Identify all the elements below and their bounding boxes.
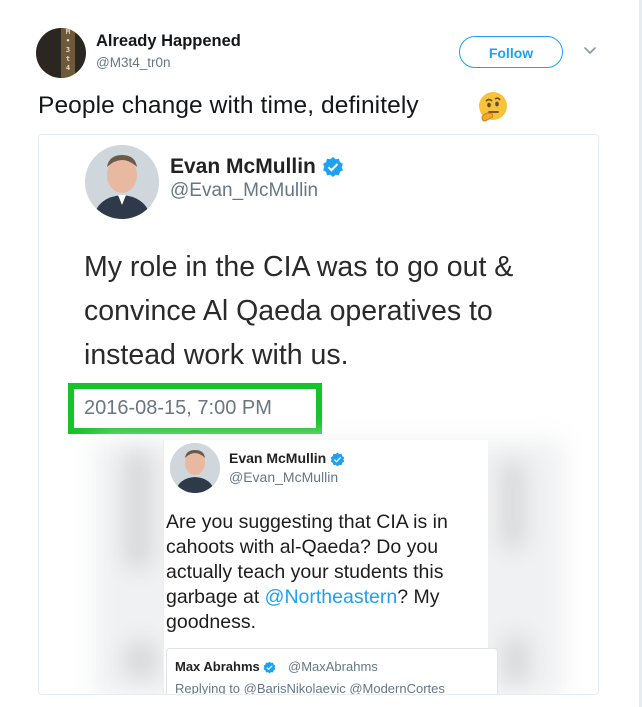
reply-tweet-card: Evan McMullin @Evan_McMullin Are you sug… — [163, 440, 498, 694]
author-name[interactable]: Already Happened — [96, 32, 241, 51]
reply-author-handle: @Evan_McMullin — [229, 469, 339, 485]
reply-avatar — [170, 443, 220, 493]
screenshot-avatar — [85, 145, 159, 219]
follow-button[interactable]: Follow — [459, 36, 563, 68]
verified-badge-icon — [330, 452, 345, 467]
avatar-image-plate: M • 3 t 4 — [61, 28, 75, 78]
blurred-shape — [124, 450, 152, 570]
chevron-down-icon[interactable] — [583, 44, 597, 58]
quoted-author-name: Max Abrahms — [175, 659, 276, 674]
blurred-shape — [501, 460, 525, 550]
screenshot-tweet-text: My role in the CIA was to go out & convi… — [84, 245, 564, 377]
thinking-face-emoji-icon — [479, 92, 507, 122]
blurred-shape — [503, 635, 529, 685]
blurred-shape — [124, 640, 158, 680]
reply-author-name: Evan McMullin — [229, 450, 345, 467]
highlighted-timestamp: 2016-08-15, 7:00 PM — [68, 383, 322, 434]
mention-link: @Northeastern — [264, 586, 398, 608]
tweet-text: People change with time, definitely — [38, 92, 419, 119]
screenshot-text-line: My role in the CIA was to go out & — [84, 251, 514, 283]
screenshot-text-line: convince Al Qaeda operatives to — [84, 295, 493, 327]
screenshot-text-line: instead work with us. — [84, 339, 349, 371]
tweet-media-image[interactable]: Evan McMullin @Evan_McMullin My role in … — [38, 134, 599, 695]
quoted-author-handle: @MaxAbrahms — [288, 659, 378, 674]
verified-badge-icon — [264, 661, 276, 674]
author-avatar[interactable]: M • 3 t 4 — [36, 28, 86, 78]
quoted-tweet: Max Abrahms @MaxAbrahms Replying to @Bar… — [166, 648, 498, 695]
screenshot-author-handle: @Evan_McMullin — [170, 180, 319, 201]
verified-badge-icon — [322, 157, 343, 178]
screenshot-author-name: Evan McMullin — [170, 155, 344, 179]
replying-to-text: Replying to @BarisNikolaevic @ModernCort… — [175, 681, 445, 695]
reply-tweet-text: Are you suggesting that CIA is in cahoot… — [166, 511, 448, 633]
author-handle[interactable]: @M3t4_tr0n — [96, 55, 171, 70]
